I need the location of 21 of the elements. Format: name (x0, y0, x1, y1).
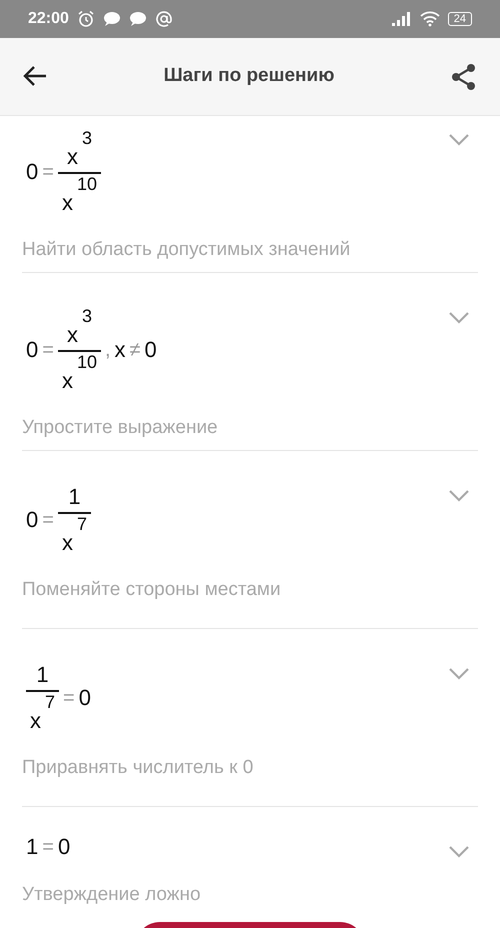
chat-icon (102, 11, 121, 27)
formula: 1 = 0 (25, 834, 70, 860)
formula: 0 = x 3 x 10 , x ≠ 0 (25, 306, 157, 395)
step-description: Поменяйте стороны местами (22, 578, 282, 602)
wifi-icon (420, 11, 440, 27)
battery-indicator: 24 (448, 12, 472, 26)
back-button[interactable] (22, 64, 48, 88)
formula: 0 = x 3 x 10 (22, 128, 101, 217)
screen-title: Шаги по решению (164, 65, 334, 86)
status-time: 22:00 (28, 9, 69, 29)
formula: 1 x 7 = 0 (22, 662, 91, 735)
formula: 0 = 1 x 7 (22, 484, 91, 557)
step-description: Упростите выражение (22, 416, 219, 440)
at-sign-icon (154, 10, 173, 28)
alarm-icon (76, 10, 95, 28)
step-description: Утверждение ложно (22, 884, 202, 907)
share-button[interactable] (450, 62, 478, 90)
step-description: Найти область допустимых значений (22, 238, 352, 262)
chat-icon (128, 11, 147, 27)
step-description: Приравнять числитель к 0 (22, 756, 254, 780)
signal-icon (392, 12, 412, 26)
